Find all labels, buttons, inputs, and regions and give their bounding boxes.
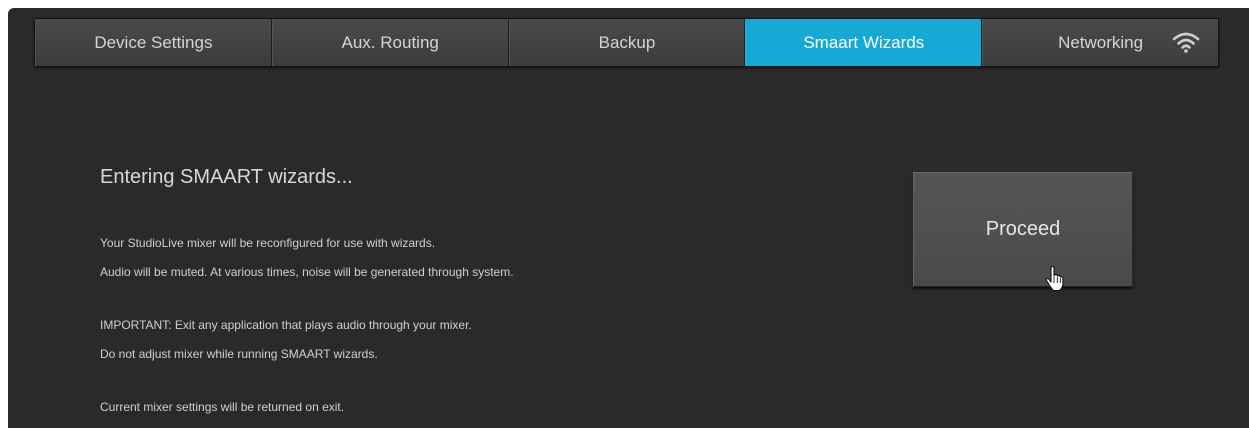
- info-line: Current mixer settings will be returned …: [100, 400, 345, 414]
- tab-backup[interactable]: Backup: [508, 19, 746, 66]
- info-paragraph-exit: Current mixer settings will be returned …: [100, 393, 820, 422]
- tab-label: Backup: [598, 32, 656, 52]
- wifi-icon: [1172, 32, 1200, 53]
- info-line: Do not adjust mixer while running SMAART…: [100, 347, 378, 361]
- tab-bar: Device Settings Aux. Routing Backup Smaa…: [34, 18, 1219, 67]
- tab-aux-routing[interactable]: Aux. Routing: [271, 19, 509, 66]
- tab-networking[interactable]: Networking: [982, 19, 1218, 66]
- proceed-label: Proceed: [985, 218, 1061, 240]
- hand-pointer-icon: [1045, 266, 1064, 292]
- info-paragraph-important: IMPORTANT: Exit any application that pla…: [100, 311, 820, 369]
- page-title: Entering SMAART wizards...: [100, 166, 353, 188]
- tab-label: Smaart Wizards: [803, 32, 925, 52]
- info-line: IMPORTANT: Exit any application that pla…: [100, 318, 472, 332]
- info-line: Your StudioLive mixer will be reconfigur…: [100, 236, 436, 250]
- tab-label: Networking: [1058, 32, 1144, 52]
- tab-label: Device Settings: [94, 32, 213, 52]
- tab-smaart-wizards[interactable]: Smaart Wizards: [745, 19, 983, 66]
- wizard-intro: Entering SMAART wizards... Your StudioLi…: [100, 166, 820, 422]
- info-line: Audio will be muted. At various times, n…: [100, 265, 514, 279]
- tab-label: Aux. Routing: [341, 32, 439, 52]
- tab-device-settings[interactable]: Device Settings: [35, 19, 272, 66]
- info-paragraph-reconfigure: Your StudioLive mixer will be reconfigur…: [100, 229, 820, 287]
- proceed-button[interactable]: Proceed: [913, 172, 1133, 287]
- app-window: Device Settings Aux. Routing Backup Smaa…: [8, 8, 1249, 428]
